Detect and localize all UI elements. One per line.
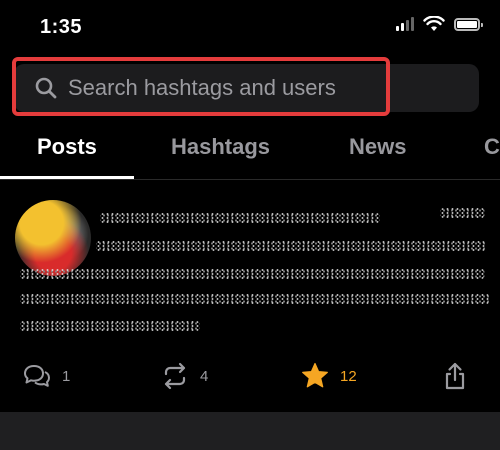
tab-hashtags[interactable]: Hashtags	[171, 134, 270, 160]
post-text-obscured	[20, 293, 490, 305]
post-text-obscured	[20, 320, 200, 332]
status-time: 1:35	[40, 16, 83, 38]
post-text-obscured	[96, 240, 486, 252]
wifi-icon	[423, 16, 445, 31]
status-icons	[396, 16, 483, 32]
tab-posts[interactable]: Posts	[37, 134, 97, 160]
post-text-obscured	[20, 268, 485, 280]
star-count: 12	[340, 367, 357, 385]
tab-more[interactable]: C	[484, 134, 500, 160]
avatar[interactable]	[15, 200, 91, 276]
next-section-placeholder	[0, 412, 500, 450]
search-highlight-box	[12, 57, 390, 116]
post-author-obscured	[440, 207, 485, 219]
cellular-signal-icon	[396, 17, 414, 31]
reply-count: 1	[62, 367, 71, 385]
star-icon	[302, 362, 328, 388]
repost-button[interactable]: 4	[160, 361, 208, 391]
tab-bar: Posts Hashtags News C	[0, 130, 500, 178]
share-icon	[445, 362, 465, 390]
repost-count: 4	[200, 367, 209, 385]
tab-news[interactable]: News	[349, 134, 406, 160]
post-author-obscured	[100, 212, 380, 224]
status-bar: 1:35	[0, 0, 500, 60]
battery-icon	[454, 17, 483, 31]
repost-icon	[164, 362, 186, 390]
post-actions: 1 4 12	[0, 355, 500, 399]
reply-button[interactable]: 1	[22, 361, 70, 391]
reply-icon	[24, 365, 50, 387]
star-button[interactable]: 12	[300, 361, 357, 391]
share-button[interactable]	[440, 361, 470, 391]
